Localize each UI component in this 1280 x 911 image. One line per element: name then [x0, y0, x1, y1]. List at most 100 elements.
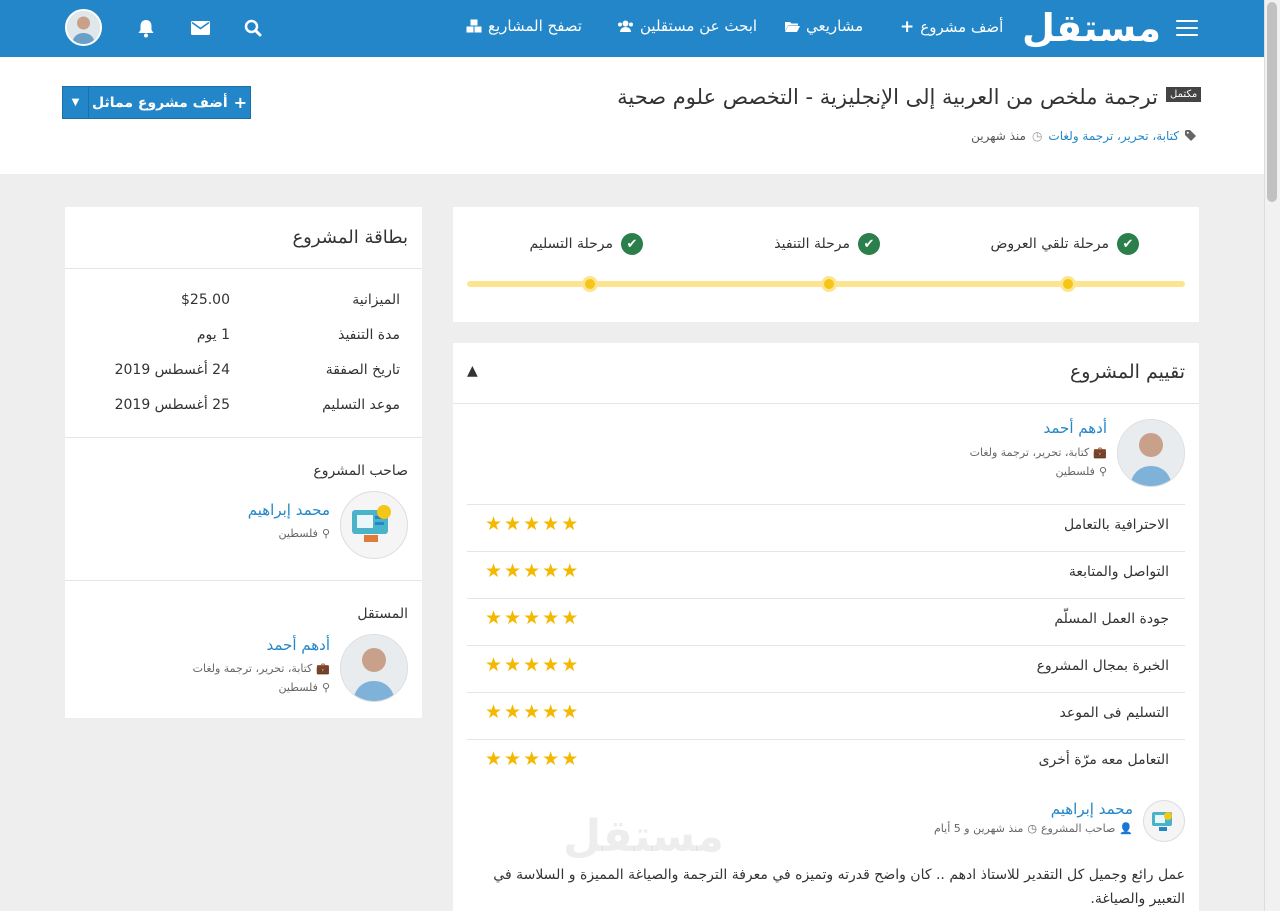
comment-meta: 👤 صاحب المشروع ◷ منذ شهرين و 5 أيام: [934, 822, 1133, 835]
chevron-up-icon[interactable]: ▲: [467, 363, 478, 379]
page-title: ترجمة ملخص من العربية إلى الإنجليزية - ا…: [617, 85, 1158, 109]
project-card-row: موعد التسليم 25 أغسطس 2019: [100, 397, 400, 413]
rating-row: التسليم فى الموعد ★ ★ ★ ★ ★: [467, 692, 1185, 739]
site-logo[interactable]: مستقل: [1022, 6, 1162, 50]
divider: [65, 268, 422, 269]
freelancer-name[interactable]: أدهم أحمد: [193, 636, 331, 654]
star-icon: ★: [523, 654, 541, 676]
rating-label: الخبرة بمجال المشروع: [1036, 658, 1169, 674]
stage-offers-label: مرحلة تلقي العروض: [990, 236, 1109, 252]
owner-avatar[interactable]: [340, 491, 408, 559]
star-rating: ★ ★ ★ ★ ★: [485, 750, 578, 769]
star-icon: ★: [523, 513, 541, 535]
site-watermark: مستقل: [563, 811, 724, 862]
row-value: 25 أغسطس 2019: [114, 397, 230, 413]
user-icon: 👤: [1119, 822, 1133, 835]
briefcase-icon: 💼: [1093, 446, 1107, 459]
nav-add-project[interactable]: أضف مشروع +: [900, 17, 1003, 37]
star-icon: ★: [485, 607, 503, 629]
star-rating: ★ ★ ★ ★ ★: [485, 562, 578, 581]
envelope-icon[interactable]: [188, 16, 212, 40]
briefcase-icon: 💼: [316, 662, 330, 675]
project-owner: محمد إبراهيم ⚲ فلسطين: [248, 491, 408, 559]
owner-location-line: ⚲ فلسطين: [248, 527, 331, 540]
star-icon: ★: [504, 654, 522, 676]
caret-down-icon[interactable]: ▼: [63, 87, 89, 118]
rating-row: جودة العمل المسلّم ★ ★ ★ ★ ★: [467, 598, 1185, 645]
owner-name[interactable]: محمد إبراهيم: [248, 501, 330, 519]
page-scrollbar[interactable]: [1264, 0, 1280, 911]
nav-my-projects-label: مشاريعي: [806, 17, 864, 35]
review-comment-author: محمد إبراهيم 👤 صاحب المشروع ◷ منذ شهرين …: [934, 800, 1185, 842]
rating-row: الخبرة بمجال المشروع ★ ★ ★ ★ ★: [467, 645, 1185, 692]
project-tags[interactable]: كتابة، تحرير، ترجمة ولغات: [1048, 129, 1179, 143]
owner-section-label: صاحب المشروع: [313, 463, 408, 479]
check-circle-icon: ✔: [858, 233, 880, 255]
rating-row: التواصل والمتابعة ★ ★ ★ ★ ★: [467, 551, 1185, 598]
star-icon: ★: [523, 607, 541, 629]
stage-offers: ✔ مرحلة تلقي العروض: [990, 233, 1139, 255]
tags-icon: [1185, 130, 1196, 141]
project-meta: كتابة، تحرير، ترجمة ولغات ◷ منذ شهرين: [971, 129, 1199, 143]
nav-browse-projects[interactable]: تصفح المشاريع: [466, 17, 582, 35]
star-icon: ★: [504, 560, 522, 582]
clock-icon: ◷: [1027, 822, 1037, 835]
star-icon: ★: [542, 607, 560, 629]
check-circle-icon: ✔: [621, 233, 643, 255]
stage-execution: ✔ مرحلة التنفيذ: [774, 233, 880, 255]
freelancer-skills: كتابة، تحرير، ترجمة ولغات: [192, 662, 313, 675]
star-icon: ★: [504, 607, 522, 629]
star-icon: ★: [561, 513, 579, 535]
star-icon: ★: [561, 560, 579, 582]
review-header[interactable]: تقييم المشروع ▲: [453, 343, 1199, 404]
nav-add-project-label: أضف مشروع: [920, 18, 1004, 36]
star-icon: ★: [542, 701, 560, 723]
row-key: الميزانية: [352, 292, 400, 308]
star-icon: ★: [504, 748, 522, 770]
rating-label: الاحترافية بالتعامل: [1063, 517, 1169, 533]
row-key: موعد التسليم: [322, 397, 400, 413]
freelancer-skills-line: 💼 كتابة، تحرير، ترجمة ولغات: [193, 662, 330, 675]
project-card-row: تاريخ الصفقة 24 أغسطس 2019: [100, 362, 400, 378]
nav-find-freelancers[interactable]: ابحث عن مستقلين: [617, 17, 757, 35]
stage-delivery: ✔ مرحلة التسليم: [529, 233, 643, 255]
project-header: مكتمل ترجمة ملخص من العربية إلى الإنجليز…: [0, 57, 1264, 174]
row-value: $25.00: [181, 292, 230, 308]
freelancer-location: فلسطين: [1055, 465, 1095, 478]
freelancer-location-line: ⚲ فلسطين: [970, 465, 1108, 478]
status-badge: مكتمل: [1166, 87, 1202, 102]
freelancer-avatar[interactable]: [340, 634, 408, 702]
freelancer-location: فلسطين: [278, 681, 318, 694]
scrollbar-thumb[interactable]: [1267, 2, 1277, 202]
star-icon: ★: [485, 748, 503, 770]
stage-dot: [821, 276, 837, 292]
star-icon: ★: [504, 513, 522, 535]
star-rating: ★ ★ ★ ★ ★: [485, 609, 578, 628]
comment-author-name[interactable]: محمد إبراهيم: [934, 800, 1133, 818]
plus-icon: +: [233, 93, 248, 112]
freelancer-name[interactable]: أدهم أحمد: [970, 419, 1108, 437]
rating-row: التعامل معه مرّة أخرى ★ ★ ★ ★ ★: [467, 739, 1185, 786]
search-icon[interactable]: [241, 16, 265, 40]
map-marker-icon: ⚲: [321, 681, 330, 694]
add-similar-project-button[interactable]: ▼ + أضف مشروع مماثل: [62, 86, 251, 119]
bell-icon[interactable]: [134, 16, 158, 40]
add-similar-project-text: أضف مشروع مماثل: [91, 94, 228, 111]
star-rating: ★ ★ ★ ★ ★: [485, 656, 578, 675]
project-card: بطاقة المشروع الميزانية $25.00 مدة التنف…: [65, 207, 422, 718]
freelancer-avatar[interactable]: [1117, 419, 1185, 487]
star-icon: ★: [561, 607, 579, 629]
menu-icon[interactable]: [1176, 20, 1198, 36]
rating-label: جودة العمل المسلّم: [1054, 611, 1169, 627]
stages-progress-track: [467, 276, 1185, 292]
stage-dot: [1060, 276, 1076, 292]
nav-my-projects[interactable]: مشاريعي: [784, 17, 863, 35]
user-avatar[interactable]: [65, 9, 102, 46]
project-review: تقييم المشروع ▲ أدهم أحمد 💼 كتابة، تحرير…: [453, 343, 1199, 911]
add-similar-project-label: + أضف مشروع مماثل: [89, 87, 250, 118]
row-value: 1 يوم: [196, 327, 230, 343]
owner-avatar[interactable]: [1143, 800, 1185, 842]
map-marker-icon: ⚲: [1098, 465, 1107, 478]
row-value: 24 أغسطس 2019: [114, 362, 230, 378]
top-navbar: مستقل أضف مشروع + مشاريعي ابحث عن مستقلي…: [0, 0, 1264, 57]
